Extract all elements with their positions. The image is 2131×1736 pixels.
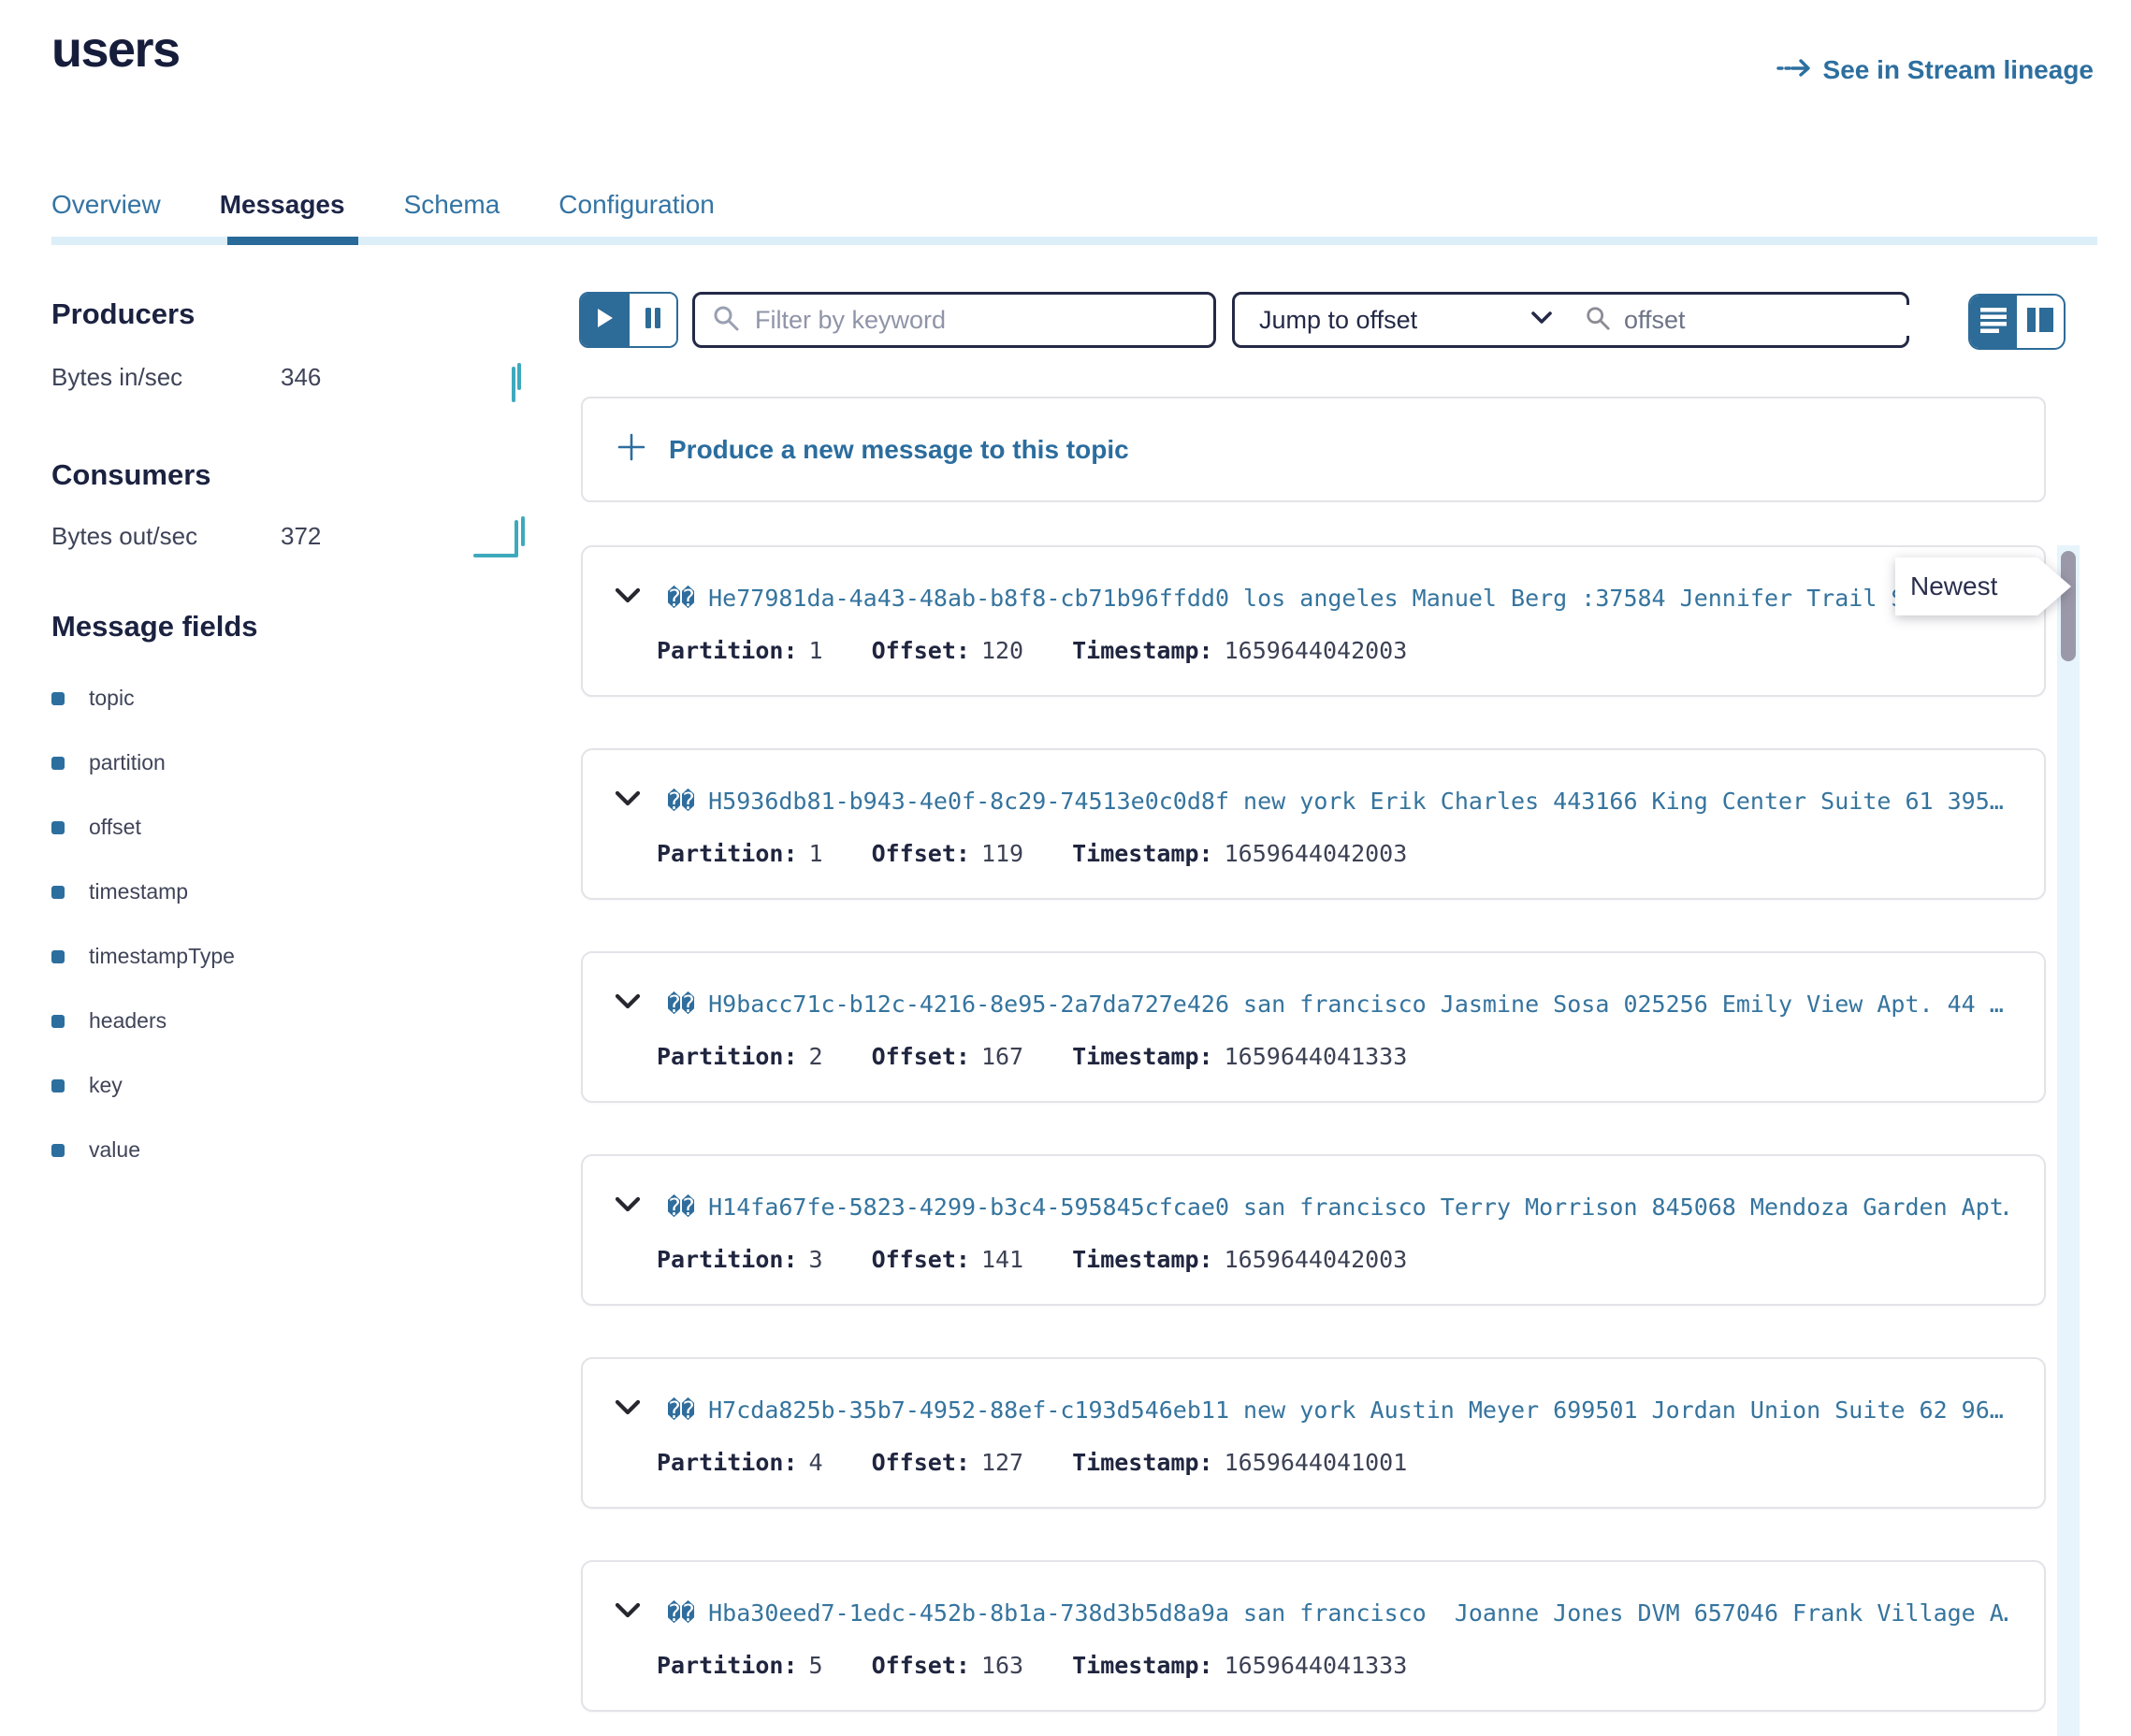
message-meta: Partition:4 Offset:127 Timestamp:1659644… — [657, 1449, 1456, 1476]
field-bullet-icon — [51, 1015, 65, 1028]
chevron-down-icon — [1531, 311, 1552, 329]
tab-messages[interactable]: Messages — [220, 190, 345, 220]
pause-button[interactable] — [630, 294, 676, 346]
field-bullet-icon — [51, 692, 65, 705]
chevron-down-icon[interactable] — [615, 587, 641, 609]
message-row[interactable]: �� H14fa67fe-5823-4299-b3c4-595845cfcae0… — [581, 1154, 2046, 1306]
producers-heading: Producers — [51, 297, 195, 331]
message-row[interactable]: �� H5936db81-b943-4e0f-8c29-74513e0c0d8f… — [581, 748, 2046, 900]
replacement-char-icon: �� — [667, 585, 695, 612]
search-icon — [1585, 305, 1611, 336]
list-view-button[interactable] — [1970, 296, 2017, 348]
message-row[interactable]: �� Hba30eed7-1edc-452b-8b1a-738d3b5d8a9a… — [581, 1560, 2046, 1712]
keyword-filter — [692, 292, 1216, 348]
jump-to-offset-select[interactable]: Jump to offset — [1235, 306, 1514, 335]
search-icon — [712, 304, 740, 337]
field-bullet-icon — [51, 1079, 65, 1092]
produce-message-label: Produce a new message to this topic — [669, 435, 1129, 465]
column-view-icon — [2026, 307, 2054, 338]
replacement-char-icon: �� — [667, 1396, 695, 1424]
view-mode-toggle — [1968, 294, 2066, 350]
page-title: users — [51, 21, 180, 79]
play-icon — [596, 307, 615, 334]
field-item-topic[interactable]: topic — [51, 666, 235, 731]
field-item-timestamp[interactable]: timestamp — [51, 860, 235, 924]
message-summary[interactable]: H5936db81-b943-4e0f-8c29-74513e0c0d8f ne… — [708, 788, 2008, 815]
offset-search — [1570, 305, 1972, 336]
dashed-arrow-right-icon — [1776, 54, 1812, 85]
message-summary[interactable]: H7cda825b-35b7-4952-88ef-c193d546eb11 ne… — [708, 1396, 2008, 1424]
stream-lineage-link[interactable]: See in Stream lineage — [1776, 54, 2094, 85]
message-fields-list: topic partition offset timestamp timesta… — [51, 666, 235, 1182]
chevron-down-icon[interactable] — [615, 1196, 641, 1218]
offset-input[interactable] — [1622, 305, 1957, 336]
bytes-out-sparkline — [472, 511, 538, 566]
message-meta: Partition:2 Offset:167 Timestamp:1659644… — [657, 1043, 1456, 1070]
message-summary[interactable]: H9bacc71c-b12c-4216-8e95-2a7da727e426 sa… — [708, 991, 2008, 1018]
replacement-char-icon: �� — [667, 788, 695, 815]
filter-keyword-input[interactable] — [753, 305, 1196, 336]
field-item-value[interactable]: value — [51, 1118, 235, 1182]
chevron-down-icon[interactable] — [615, 790, 641, 812]
message-summary[interactable]: H14fa67fe-5823-4299-b3c4-595845cfcae0 sa… — [708, 1194, 2008, 1221]
message-meta: Partition:1 Offset:120 Timestamp:1659644… — [657, 637, 1456, 664]
consumers-heading: Consumers — [51, 458, 211, 492]
chevron-down-icon[interactable] — [615, 1399, 641, 1421]
field-bullet-icon — [51, 950, 65, 963]
replacement-char-icon: �� — [667, 1599, 695, 1627]
active-tab-indicator — [227, 237, 358, 245]
replacement-char-icon: �� — [667, 991, 695, 1018]
message-row[interactable]: �� H7cda825b-35b7-4952-88ef-c193d546eb11… — [581, 1357, 2046, 1509]
bytes-in-sparkline — [506, 357, 529, 411]
produce-message-button[interactable]: Produce a new message to this topic — [581, 397, 2046, 502]
field-item-offset[interactable]: offset — [51, 795, 235, 860]
bytes-out-value: 372 — [281, 522, 321, 551]
tab-configuration[interactable]: Configuration — [558, 190, 715, 220]
tab-schema[interactable]: Schema — [404, 190, 500, 220]
stream-lineage-label: See in Stream lineage — [1823, 55, 2094, 85]
message-meta: Partition:1 Offset:119 Timestamp:1659644… — [657, 840, 1456, 867]
newest-tooltip: Newest — [1895, 557, 2071, 615]
chevron-down-icon[interactable] — [615, 993, 641, 1015]
field-item-headers[interactable]: headers — [51, 989, 235, 1053]
field-item-timestampType[interactable]: timestampType — [51, 924, 235, 989]
scrollbar-track — [2057, 545, 2080, 1736]
message-fields-heading: Message fields — [51, 610, 258, 644]
message-meta: Partition:5 Offset:163 Timestamp:1659644… — [657, 1652, 1456, 1679]
bytes-out-label: Bytes out/sec — [51, 522, 197, 551]
replacement-char-icon: �� — [667, 1194, 695, 1221]
pause-icon — [644, 306, 662, 335]
tab-overview[interactable]: Overview — [51, 190, 161, 220]
field-bullet-icon — [51, 757, 65, 770]
topic-messages-page: users See in Stream lineage Overview Mes… — [0, 0, 2131, 1736]
field-item-key[interactable]: key — [51, 1053, 235, 1118]
message-summary[interactable]: Hba30eed7-1edc-452b-8b1a-738d3b5d8a9a sa… — [708, 1599, 2008, 1627]
field-bullet-icon — [51, 1144, 65, 1157]
tab-bar: Overview Messages Schema Configuration — [51, 190, 715, 220]
bytes-in-label: Bytes in/sec — [51, 363, 182, 392]
field-bullet-icon — [51, 821, 65, 834]
list-view-icon — [1979, 306, 2008, 339]
tab-underline-track — [51, 237, 2097, 245]
bytes-in-value: 346 — [281, 363, 321, 392]
play-pause-toggle — [579, 292, 678, 348]
select-chevron-button[interactable] — [1514, 311, 1570, 329]
message-row[interactable]: �� H9bacc71c-b12c-4216-8e95-2a7da727e426… — [581, 951, 2046, 1103]
message-row[interactable]: �� He77981da-4a43-48ab-b8f8-cb71b96ffdd0… — [581, 545, 2046, 697]
field-bullet-icon — [51, 886, 65, 899]
plus-icon — [616, 432, 646, 467]
play-button[interactable] — [581, 294, 630, 346]
chevron-down-icon[interactable] — [615, 1602, 641, 1624]
message-summary[interactable]: He77981da-4a43-48ab-b8f8-cb71b96ffdd0 lo… — [708, 585, 2008, 612]
field-item-partition[interactable]: partition — [51, 731, 235, 795]
column-view-button[interactable] — [2017, 296, 2064, 348]
newest-tooltip-label: Newest — [1895, 557, 2071, 615]
jump-to-offset-group: Jump to offset — [1232, 292, 1909, 348]
message-meta: Partition:3 Offset:141 Timestamp:1659644… — [657, 1246, 1456, 1273]
